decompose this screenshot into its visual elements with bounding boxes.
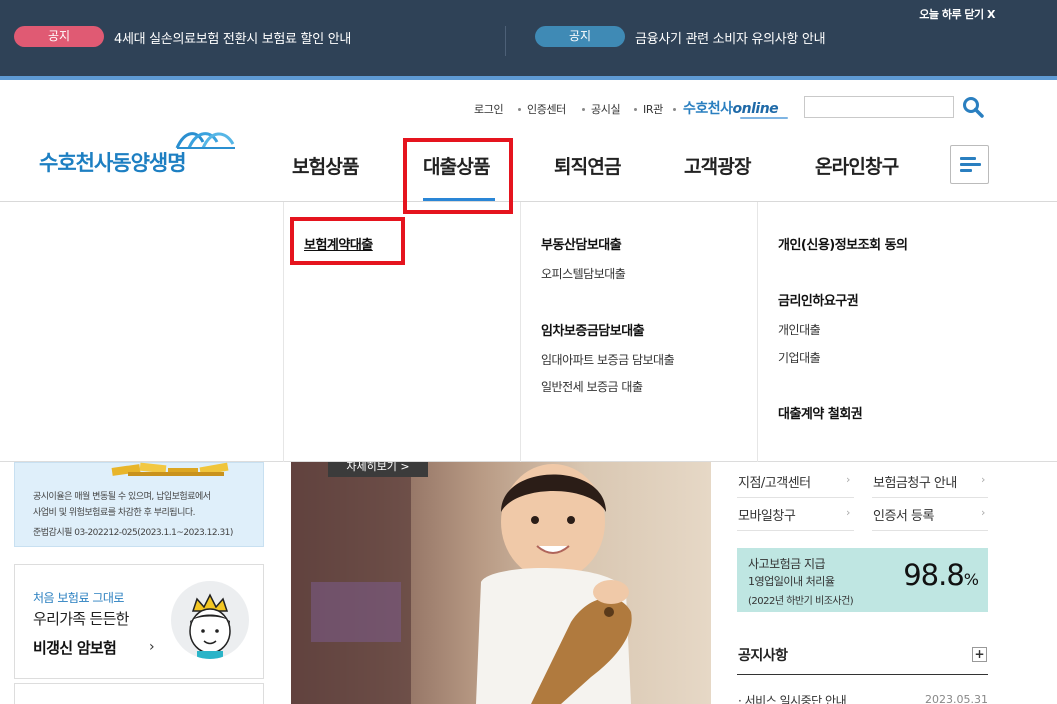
online-logo-main: 수호천사: [683, 101, 733, 117]
chevron-right-icon: ›: [846, 473, 851, 486]
menu-rental-apartment-loan[interactable]: 임대아파트 보증금 담보대출: [541, 351, 675, 368]
notices-rule: [737, 674, 988, 675]
divider: [737, 497, 854, 498]
claim-stat-number: 98.8: [903, 558, 965, 592]
gnb-retirement-pension[interactable]: 퇴직연금: [554, 152, 622, 179]
search-input[interactable]: [804, 96, 954, 118]
notice-link[interactable]: 금융사기 관련 소비자 유의사항 안내: [635, 28, 826, 47]
close-today-button[interactable]: 오늘 하루 닫기 X: [919, 6, 995, 22]
disclosure-link[interactable]: 공시실: [591, 101, 621, 117]
top-notice-bar: 오늘 하루 닫기 X 공지 4세대 실손의료보험 전환시 보험료 할인 안내 공…: [0, 0, 1057, 76]
notice-bar-bottom-line: [0, 76, 1057, 80]
logo-wing-icon: [175, 132, 235, 149]
claim-stat-note: (2022년 하반기 비조사건): [748, 596, 854, 607]
highlight-box: [403, 138, 513, 214]
mega-column-divider: [283, 202, 284, 462]
claim-stat-unit: %: [963, 570, 979, 589]
menu-loan-withdrawal-right[interactable]: 대출계약 철회권: [778, 403, 863, 422]
login-link[interactable]: 로그인: [474, 101, 504, 117]
claim-stat-label: 1영업일이내 처리율: [748, 575, 835, 588]
menu-credit-info-consent[interactable]: 개인(신용)정보조회 동의: [778, 234, 908, 253]
menu-real-estate-loan[interactable]: 부동산담보대출: [541, 234, 622, 253]
gnb-online-service[interactable]: 온라인창구: [815, 152, 899, 179]
page: 오늘 하루 닫기 X 공지 4세대 실손의료보험 전환시 보험료 할인 안내 공…: [0, 0, 1057, 704]
separator-dot: [582, 108, 585, 111]
rate-notice-line: 공시이율은 매월 변동될 수 있으며, 납입보험료에서: [33, 492, 211, 502]
claim-stat-label: 사고보험금 지급: [748, 557, 826, 571]
chevron-right-icon: ›: [981, 473, 986, 486]
notice-list-item[interactable]: · 서비스 일시중단 안내: [738, 692, 847, 704]
menu-personal-loan[interactable]: 개인대출: [778, 321, 821, 338]
promo-title: 비갱신 암보험: [33, 639, 117, 657]
coins-illustration: [111, 462, 229, 476]
divider: [872, 497, 988, 498]
rate-notice-line: 사업비 및 위험보험료를 차감한 후 부리됩니다.: [33, 508, 196, 518]
separator-dot: [518, 108, 521, 111]
notice-link[interactable]: 4세대 실손의료보험 전환시 보험료 할인 안내: [114, 28, 351, 47]
menu-corporate-loan[interactable]: 기업대출: [778, 349, 821, 366]
rate-notice-line: 준법감시필 03-202212-025(2023.1.1~2023.12.31): [33, 528, 233, 538]
menu-rate-cut-request[interactable]: 금리인하요구권: [778, 290, 859, 309]
mascot-avatar: [171, 581, 249, 659]
divider: [872, 530, 988, 531]
menu-jeonse-deposit-loan[interactable]: 일반전세 보증금 대출: [541, 378, 643, 395]
hero-banner-image[interactable]: [291, 462, 711, 704]
separator-dot: [673, 108, 676, 111]
divider: [737, 530, 854, 531]
quick-link-certificate[interactable]: 인증서 등록: [873, 505, 934, 524]
notice-date: 2023.05.31: [925, 693, 988, 704]
claim-stat-value: 98.8%: [903, 558, 979, 592]
cancer-insurance-promo[interactable]: 처음 보험료 그대로 우리가족 든든한 비갱신 암보험 ›: [14, 564, 264, 679]
notice-tag: 공지: [535, 26, 625, 47]
online-logo-swoosh: [740, 117, 788, 119]
menu-icon[interactable]: [950, 145, 989, 184]
online-logo-accent: online: [732, 101, 779, 117]
gnb-insurance-products[interactable]: 보험상품: [292, 152, 360, 179]
mega-column-divider: [520, 202, 521, 462]
promo-mid-text: 우리가족 든든한: [33, 610, 129, 628]
company-logo[interactable]: 수호천사동양생명: [39, 147, 187, 177]
menu-officetel-loan[interactable]: 오피스텔담보대출: [541, 265, 626, 282]
notice-tag: 공지: [14, 26, 104, 47]
highlight-box: [290, 217, 405, 265]
quick-link-branch[interactable]: 지점/고객센터: [738, 472, 811, 491]
chevron-right-icon: ›: [846, 506, 851, 519]
search-icon[interactable]: [962, 96, 986, 118]
claim-stat-box: 사고보험금 지급 1영업일이내 처리율 (2022년 하반기 비조사건) 98.…: [737, 548, 988, 612]
separator-dot: [634, 108, 637, 111]
online-logo-link[interactable]: 수호천사online: [683, 98, 779, 118]
menu-lease-deposit-loan[interactable]: 임차보증금담보대출: [541, 320, 645, 339]
mega-column-divider: [757, 202, 758, 462]
gnb-customer-plaza[interactable]: 고객광장: [684, 152, 752, 179]
notice-divider: [505, 26, 506, 56]
chevron-right-icon: ›: [981, 506, 986, 519]
quick-link-mobile[interactable]: 모바일창구: [738, 505, 796, 524]
auth-center-link[interactable]: 인증센터: [527, 101, 566, 117]
quick-link-claim-guide[interactable]: 보험금청구 안내: [873, 472, 957, 491]
notices-title: 공지사항: [738, 648, 788, 664]
chevron-right-icon: ›: [149, 639, 155, 655]
hero-more-button[interactable]: 자세히보기 >: [328, 461, 428, 477]
secondary-promo-card[interactable]: [14, 683, 264, 704]
promo-small-text: 처음 보험료 그대로: [33, 591, 124, 605]
ir-link[interactable]: IR관: [643, 101, 663, 117]
plus-icon[interactable]: +: [972, 647, 987, 662]
